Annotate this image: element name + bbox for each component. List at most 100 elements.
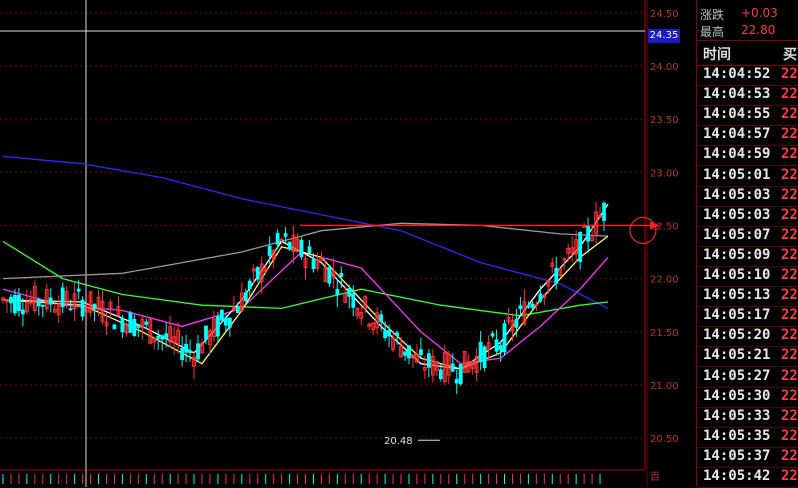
candle-body: [498, 345, 503, 351]
y-tick-label: 24.50: [650, 9, 679, 20]
trade-row[interactable]: 14:04:55 22: [697, 106, 798, 126]
trade-row[interactable]: 14:04:52 22: [697, 66, 798, 86]
candle-body: [220, 309, 224, 321]
candles: [1, 201, 606, 395]
trade-time: 14:04:55: [703, 106, 771, 123]
y-tick-label: 22.00: [650, 275, 679, 286]
candle-body: [514, 318, 519, 328]
candle-body: [582, 225, 587, 228]
trade-price: 22: [781, 186, 798, 203]
candle-body: [562, 258, 567, 261]
trade-price: 22: [781, 166, 798, 183]
candle-body: [299, 239, 304, 258]
candle-body: [602, 202, 606, 221]
trade-time: 14:05:42: [703, 468, 771, 484]
candle-body: [48, 297, 53, 305]
header-buy: 买: [783, 47, 797, 63]
trade-time: 14:05:03: [703, 206, 771, 223]
candle-body: [395, 332, 399, 337]
candle-body: [578, 231, 583, 262]
candle-body: [243, 292, 248, 302]
trade-time: 14:05:33: [703, 407, 771, 424]
trade-price: 22: [781, 206, 798, 223]
trade-row[interactable]: 14:04:59 22: [697, 146, 798, 166]
candle-body: [490, 333, 495, 337]
candle-body: [128, 312, 133, 333]
trade-price: 22: [781, 327, 798, 344]
candle-body: [454, 378, 459, 384]
trade-row[interactable]: 14:05:17 22: [697, 307, 798, 327]
candle-body: [586, 225, 590, 242]
high-value: 22.80: [741, 23, 776, 37]
trade-time: 14:05:37: [703, 447, 771, 464]
trade-row[interactable]: 14:05:27 22: [697, 368, 798, 388]
candle-body: [438, 369, 443, 380]
trade-price: 22: [781, 146, 798, 163]
trade-price: 22: [781, 387, 798, 404]
trade-time: 14:04:53: [703, 86, 771, 103]
trade-time: 14:05:13: [703, 287, 771, 304]
trade-row[interactable]: 14:05:42 22: [697, 468, 798, 488]
trade-row[interactable]: 14:05:21 22: [697, 347, 798, 367]
candle-body: [482, 346, 487, 368]
grid-lines: [0, 0, 648, 487]
trade-time: 14:05:03: [703, 186, 771, 203]
trade-row[interactable]: 14:05:35 22: [697, 428, 798, 448]
trade-row[interactable]: 14:05:13 22: [697, 287, 798, 307]
trade-row[interactable]: 14:05:01 22: [697, 167, 798, 187]
trade-price: 22: [781, 407, 798, 424]
volume-stubs: [2, 474, 601, 484]
candle-body: [136, 324, 141, 328]
change-label: 涨跌: [700, 8, 725, 22]
trade-row[interactable]: 14:05:09 22: [697, 247, 798, 267]
candle-body: [112, 324, 117, 330]
candle-body: [502, 323, 507, 353]
trade-price: 22: [781, 226, 798, 243]
candle-body: [383, 330, 387, 339]
candle-body: [76, 288, 81, 292]
candle-body: [327, 267, 332, 284]
candle-body: [80, 299, 85, 317]
candle-body: [160, 335, 165, 340]
y-tick-label: 23.00: [650, 168, 679, 179]
trade-row[interactable]: 14:05:37 22: [697, 448, 798, 468]
ma-blue-line: [2, 155, 609, 309]
candle-body: [351, 293, 356, 308]
trade-row[interactable]: 14:04:57 22: [697, 126, 798, 146]
y-tick-label: 21.00: [650, 381, 679, 392]
trade-price: 22: [781, 468, 798, 484]
trade-price: 22: [781, 367, 798, 384]
candle-body: [60, 287, 65, 308]
candle-body: [40, 304, 45, 307]
candle-body: [156, 335, 161, 339]
candle-body: [450, 363, 455, 372]
candle-body: [530, 303, 535, 308]
trade-row[interactable]: 14:05:03 22: [697, 207, 798, 227]
candle-body: [196, 343, 200, 360]
candle-body: [247, 280, 252, 289]
candle-body: [478, 341, 483, 363]
y-tick-label: 24.00: [650, 62, 679, 73]
trade-row[interactable]: 14:05:03 22: [697, 187, 798, 207]
current-price-tag: 24.35: [648, 29, 680, 43]
trade-time: 14:04:52: [703, 66, 771, 82]
trade-row[interactable]: 14:05:07 22: [697, 227, 798, 247]
trade-price: 22: [781, 427, 798, 444]
candle-body: [335, 289, 340, 295]
axis-footer-label: 百: [650, 471, 660, 483]
trade-row[interactable]: 14:05:30 22: [697, 388, 798, 408]
y-axis-ticks: 24.50 24.00 23.50 23.00 22.50 22.00 21.50 21.00…: [650, 9, 679, 483]
trade-table-header: 时间 买: [697, 40, 798, 66]
header-time: 时间: [703, 47, 731, 63]
candle-body: [307, 246, 312, 254]
candle-body: [120, 317, 125, 333]
trade-row[interactable]: 14:05:10 22: [697, 267, 798, 287]
trade-row[interactable]: 14:05:33 22: [697, 408, 798, 428]
candle-body: [21, 309, 25, 315]
trade-row[interactable]: 14:05:20 22: [697, 327, 798, 347]
candle-body: [347, 288, 352, 297]
candle-body: [275, 232, 280, 245]
y-tick-label: 21.50: [650, 328, 679, 339]
trade-row[interactable]: 14:04:53 22: [697, 86, 798, 106]
candle-body: [144, 321, 149, 325]
